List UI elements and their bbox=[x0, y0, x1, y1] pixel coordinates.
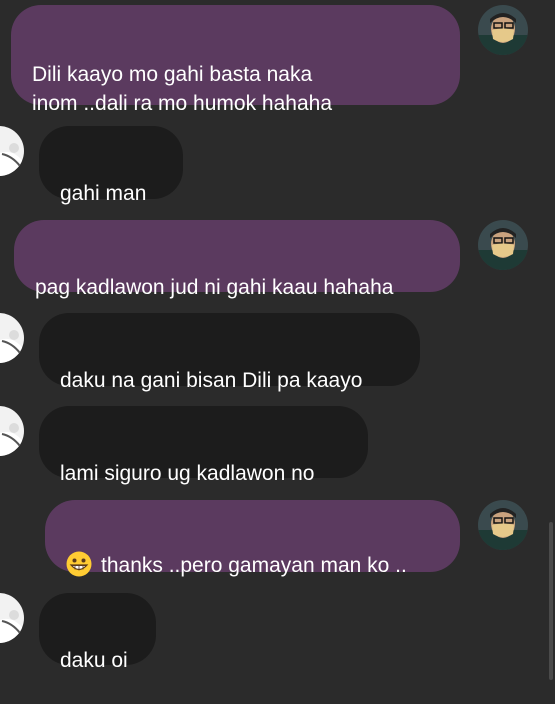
message-bubble-received[interactable]: daku na gani bisan Dili pa kaayo bbox=[39, 313, 420, 392]
contact-avatar[interactable] bbox=[0, 406, 24, 456]
message-text: pag kadlawon jud ni gahi kaau hahaha bbox=[35, 276, 394, 299]
message-bubble-received[interactable]: daku oi bbox=[39, 593, 156, 672]
sender-avatar[interactable] bbox=[478, 220, 528, 270]
message-text: Dili kaayo mo gahi basta naka inom ..dal… bbox=[32, 63, 332, 115]
sender-avatar[interactable] bbox=[478, 500, 528, 550]
contact-avatar[interactable] bbox=[0, 313, 24, 363]
contact-avatar[interactable] bbox=[0, 126, 24, 176]
message-text: daku oi bbox=[60, 649, 128, 672]
message-bubble-sent[interactable]: Dili kaayo mo gahi basta naka inom ..dal… bbox=[11, 5, 460, 115]
message-bubble-received[interactable]: gahi man bbox=[39, 126, 183, 205]
grinning-face-emoji bbox=[66, 551, 92, 577]
scrollbar[interactable] bbox=[549, 522, 553, 680]
message-bubble-received[interactable]: lami siguro ug kadlawon no bbox=[39, 406, 368, 485]
message-text: gahi man bbox=[60, 182, 147, 205]
message-text: daku na gani bisan Dili pa kaayo bbox=[60, 369, 363, 392]
message-text: lami siguro ug kadlawon no bbox=[60, 462, 315, 485]
message-bubble-sent[interactable]: pag kadlawon jud ni gahi kaau hahaha bbox=[14, 220, 460, 299]
message-bubble-sent[interactable]: thanks ..pero gamayan man ko .. bbox=[45, 500, 460, 577]
message-text: thanks ..pero gamayan man ko .. bbox=[66, 551, 460, 580]
sender-avatar[interactable] bbox=[478, 5, 528, 55]
message-text-content: thanks ..pero gamayan man ko .. bbox=[101, 554, 407, 577]
contact-avatar[interactable] bbox=[0, 593, 24, 643]
